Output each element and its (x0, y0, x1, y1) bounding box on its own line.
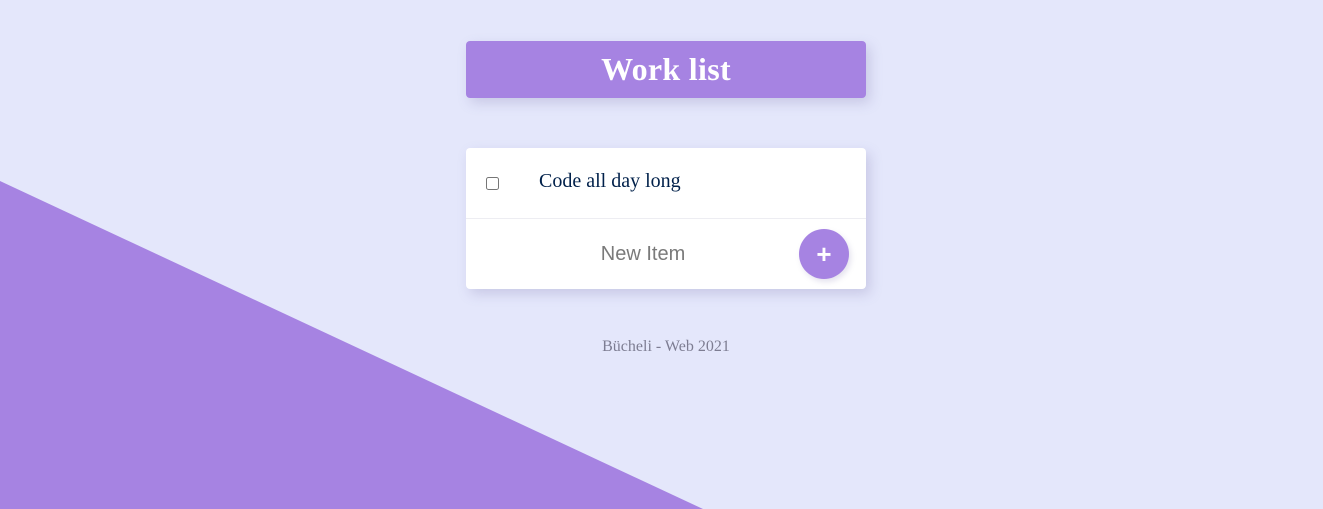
title-banner: Work list (466, 41, 866, 98)
new-item-form: + (466, 219, 866, 289)
item-checkbox[interactable] (486, 177, 499, 190)
list-item-label: Code all day long (539, 170, 681, 192)
footer-credit: Bücheli - Web 2021 (602, 338, 730, 355)
page-title: Work list (601, 51, 731, 87)
list-item: Code all day long (466, 148, 866, 219)
new-item-input[interactable] (518, 237, 768, 271)
add-item-button[interactable]: + (799, 229, 849, 279)
todo-card: Code all day long + (466, 148, 866, 289)
